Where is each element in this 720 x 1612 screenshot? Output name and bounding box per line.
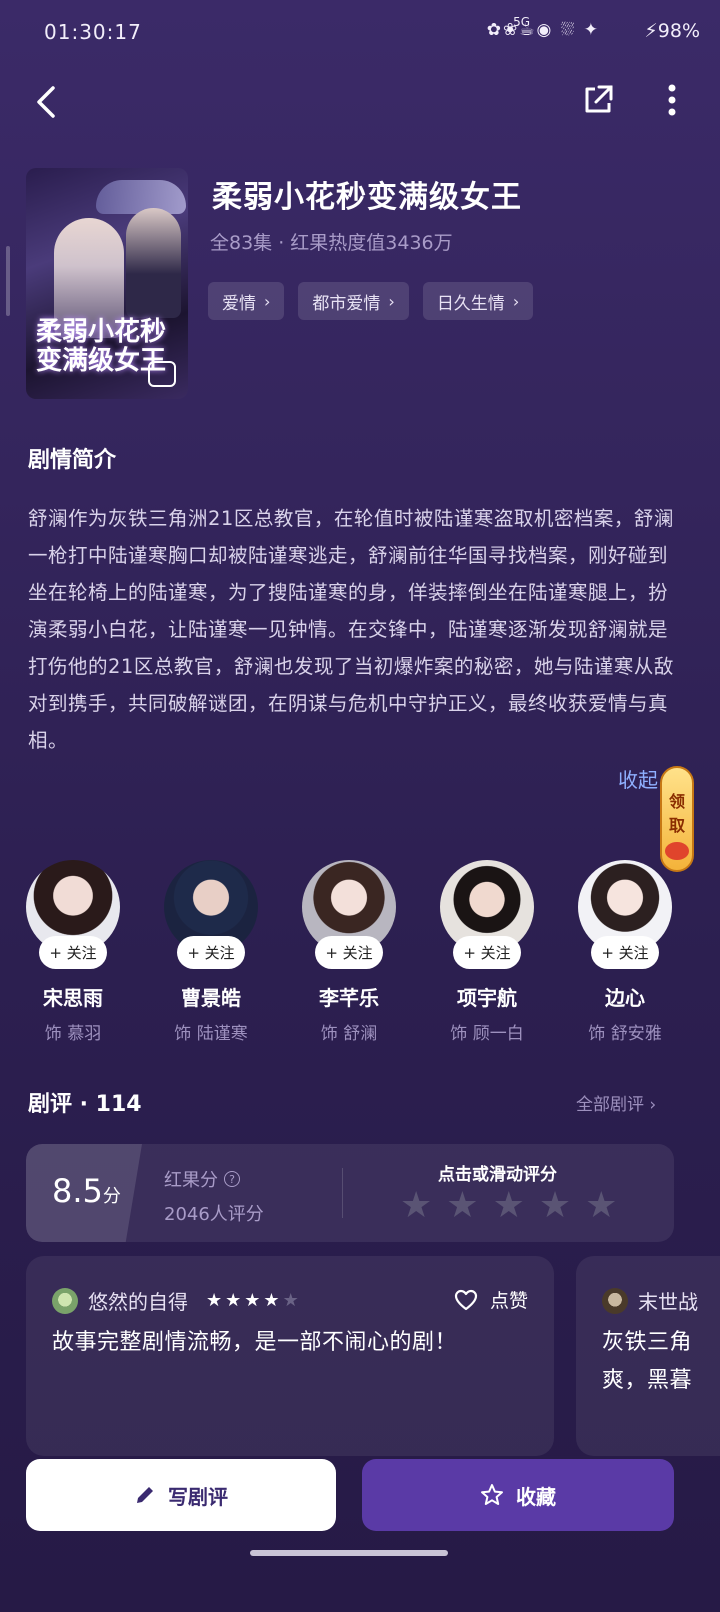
avatar	[52, 1287, 78, 1314]
home-indicator[interactable]	[250, 1550, 448, 1556]
follow-button[interactable]: + 关注	[591, 936, 659, 969]
write-review-button[interactable]: 写剧评	[26, 1459, 336, 1531]
avatar	[602, 1287, 628, 1314]
poster-art	[96, 180, 186, 214]
star-icon[interactable]: ★	[539, 1188, 571, 1224]
star-outline-icon	[481, 1484, 503, 1505]
review-card[interactable]: 悠然的自得 ★ ★ ★ ★ ★ 点赞 故事完整剧情流畅，是一部不闹心的剧！	[26, 1256, 554, 1456]
star-icon[interactable]: ★	[493, 1188, 525, 1224]
follow-button[interactable]: + 关注	[39, 936, 107, 969]
notification-icons: ✿❀☕◉ ⛆ ✦	[486, 20, 600, 40]
cast-member[interactable]: + 关注 曹景皓 饰 陆谨寒	[156, 860, 266, 1044]
star-icon: ★	[244, 1290, 261, 1311]
chevron-left-icon	[37, 86, 55, 118]
star-icon[interactable]: ★	[400, 1188, 432, 1224]
score-value: 8.5分	[52, 1172, 121, 1210]
heart-icon	[454, 1289, 478, 1310]
status-bar: 01:30:17 5G ✿❀☕◉ ⛆ ✦ ⚡98%	[0, 0, 720, 66]
share-icon	[585, 85, 613, 113]
cast-name: 曹景皓	[181, 986, 241, 1010]
more-vertical-icon	[668, 84, 676, 116]
cast-role: 饰 舒澜	[320, 1024, 378, 1044]
review-text: 故事完整剧情流畅，是一部不闹心的剧！	[52, 1330, 458, 1355]
review-username: 悠然的自得	[88, 1290, 188, 1314]
rating-stars[interactable]: ★ ★ ★ ★ ★	[400, 1188, 617, 1224]
cast-member[interactable]: + 关注 边心 饰 舒安雅	[570, 860, 680, 1044]
star-icon[interactable]: ★	[446, 1188, 478, 1224]
cast-role: 饰 顾一白	[450, 1024, 524, 1044]
red-envelope-icon	[665, 842, 689, 860]
favorite-button[interactable]: 收藏	[362, 1459, 674, 1531]
follow-button[interactable]: + 关注	[177, 936, 245, 969]
tag-romance[interactable]: 爱情 ›	[208, 282, 285, 320]
follow-button[interactable]: + 关注	[453, 936, 521, 969]
like-button[interactable]: 点赞	[454, 1286, 528, 1313]
chevron-right-icon: ›	[264, 291, 271, 311]
drama-title: 柔弱小花秒变满级女王	[212, 180, 522, 215]
star-icon: ★	[225, 1290, 242, 1311]
cast-member[interactable]: + 关注 李芊乐 饰 舒澜	[294, 860, 404, 1044]
star-icon[interactable]: ★	[585, 1188, 617, 1224]
pencil-icon	[137, 1487, 153, 1503]
star-icon: ★	[206, 1290, 223, 1311]
cast-name: 边心	[605, 986, 645, 1010]
claim-reward-badge[interactable]: 领 取	[660, 766, 694, 872]
cast-role: 饰 慕羽	[44, 1024, 102, 1044]
gallery-icon	[148, 361, 176, 387]
cast-member[interactable]: + 关注 宋思雨 饰 慕羽	[18, 860, 128, 1044]
battery-level: ⚡98%	[644, 20, 700, 42]
review-stars: ★ ★ ★ ★ ★	[206, 1290, 299, 1311]
chevron-right-icon: ›	[512, 291, 520, 311]
edge-handle[interactable]	[6, 246, 10, 316]
help-icon[interactable]: ?	[224, 1171, 240, 1187]
cast-role: 饰 舒安雅	[588, 1024, 662, 1044]
review-user: 悠然的自得 ★ ★ ★ ★ ★	[52, 1286, 299, 1315]
rate-prompt: 点击或滑动评分	[438, 1165, 557, 1185]
status-time: 01:30:17	[44, 20, 142, 44]
review-text: 灰铁三角爽，黑暮	[602, 1330, 693, 1393]
star-icon: ★	[282, 1290, 299, 1311]
cast-name: 宋思雨	[43, 986, 103, 1010]
review-username: 末世战	[638, 1290, 698, 1314]
all-reviews-link[interactable]: 全部剧评 ›	[576, 1090, 656, 1115]
cast-name: 项宇航	[457, 986, 517, 1010]
cast-name: 李芊乐	[319, 986, 379, 1010]
genre-tags: 爱情 › 都市爱情 › 日久生情 ›	[208, 282, 534, 320]
reviews-heading: 剧评 · 114	[28, 1092, 142, 1117]
cast-role: 饰 陆谨寒	[174, 1024, 248, 1044]
chevron-right-icon: ›	[388, 291, 395, 311]
drama-meta: 全83集 · 红果热度值3436万	[210, 232, 453, 254]
score-card: 8.5分 红果分? 2046人评分 点击或滑动评分 ★ ★ ★ ★ ★	[26, 1144, 674, 1242]
synopsis-text: 舒澜作为灰铁三角洲21区总教官，在轮值时被陆谨寒盗取机密档案，舒澜一枪打中陆谨寒…	[28, 507, 674, 752]
follow-button[interactable]: + 关注	[315, 936, 383, 969]
tag-urban-romance[interactable]: 都市爱情 ›	[298, 282, 409, 320]
cast-member[interactable]: + 关注 项宇航 饰 顾一白	[432, 860, 542, 1044]
poster-art	[126, 208, 181, 318]
review-user: 末世战	[602, 1286, 698, 1315]
divider	[342, 1168, 343, 1218]
score-count: 2046人评分	[164, 1204, 264, 1225]
score-label: 红果分?	[164, 1166, 240, 1192]
review-card[interactable]: 末世战 灰铁三角爽，黑暮	[576, 1256, 720, 1456]
star-icon: ★	[263, 1290, 280, 1311]
share-button[interactable]	[574, 76, 622, 124]
more-button[interactable]	[648, 76, 696, 124]
back-button[interactable]	[22, 78, 70, 126]
drama-poster[interactable]: 柔弱小花秒变满级女王	[26, 168, 188, 399]
tag-slow-burn[interactable]: 日久生情 ›	[422, 282, 534, 320]
synopsis-heading: 剧情简介	[28, 448, 117, 473]
collapse-link[interactable]: 收起	[618, 764, 658, 793]
